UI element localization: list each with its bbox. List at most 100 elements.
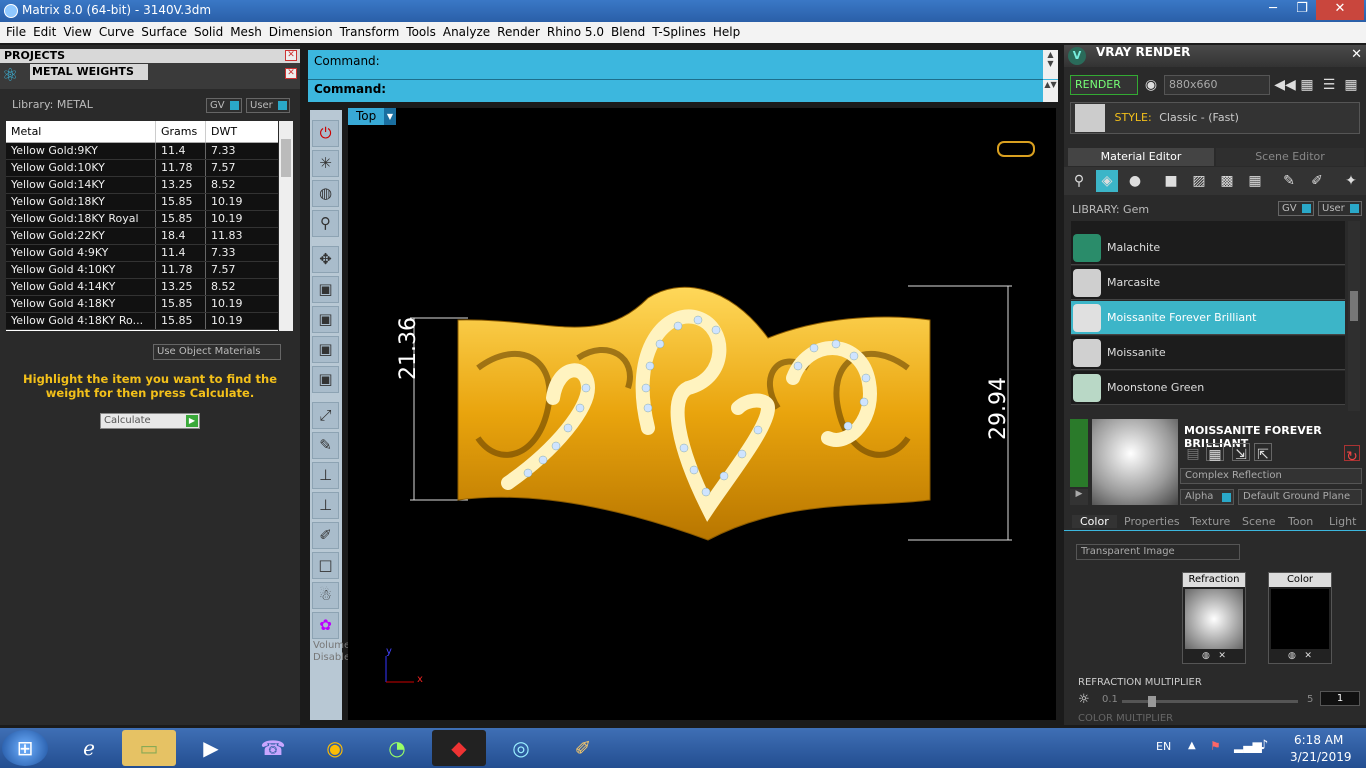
save-as-icon[interactable]: ▦ (1206, 443, 1224, 463)
axes-icon[interactable]: ✥ (312, 246, 339, 273)
globe-icon[interactable]: ◉ (1140, 74, 1162, 96)
minimize-button[interactable]: ─ (1259, 0, 1287, 20)
volume-icon[interactable]: ♪ (1260, 738, 1268, 753)
save-icon[interactable]: ▤ (1184, 443, 1202, 462)
box-right-icon[interactable]: ▣ (312, 336, 339, 363)
user-toggle[interactable]: User (246, 98, 290, 113)
tab-properties[interactable]: Properties (1124, 515, 1180, 528)
clock-time[interactable]: 6:18 AM (1294, 733, 1343, 747)
tab-texture[interactable]: Texture (1190, 515, 1230, 528)
color-controls[interactable]: ◍ ✕ (1269, 651, 1331, 661)
gem-icon[interactable]: ◈ (1096, 170, 1118, 192)
power-icon[interactable]: ⏻ (312, 120, 339, 147)
chrome-icon[interactable]: ◉ (308, 730, 362, 766)
flag-icon[interactable]: ⚑ (1210, 739, 1221, 753)
close-button[interactable]: ✕ (1316, 0, 1364, 20)
menu-curve[interactable]: Curve (93, 22, 134, 39)
expand-left-button[interactable] (1070, 419, 1088, 487)
ortho-r-icon[interactable]: ⊥ (312, 492, 339, 519)
zoom-extents-icon[interactable]: ⤢ (312, 402, 339, 429)
clock-date[interactable]: 3/21/2019 (1290, 750, 1352, 764)
command-scrollbar[interactable]: ▲ ▼ (1043, 50, 1058, 79)
pattern-icon[interactable]: ▦ (1244, 170, 1266, 192)
gem-scroll-thumb[interactable] (1350, 291, 1358, 321)
media-icon[interactable]: ▶ (184, 730, 238, 766)
gem-gv-toggle[interactable]: GV (1278, 201, 1314, 216)
list-icon[interactable]: ☰ (1318, 74, 1340, 96)
menu-solid[interactable]: Solid (188, 22, 223, 39)
close-metal-weights-button[interactable]: ✕ (285, 68, 297, 79)
menu-edit[interactable]: Edit (27, 22, 56, 39)
list-item-selected[interactable]: Moissanite Forever Brilliant (1071, 301, 1345, 335)
menu-tsplines[interactable]: T-Splines (646, 22, 706, 39)
export-icon[interactable]: ⇱ (1254, 443, 1272, 463)
grid-icon[interactable]: ▦ (1340, 74, 1362, 96)
figure-icon[interactable]: ☃ (312, 582, 339, 609)
list-item[interactable]: Moissanite (1071, 336, 1345, 370)
menu-mesh[interactable]: Mesh (224, 22, 262, 39)
refraction-controls[interactable]: ◍ ✕ (1183, 651, 1245, 661)
table-row[interactable]: Yellow Gold:9KY 11.4 7.33 (6, 143, 278, 160)
network-icon[interactable]: ▂▄▆ (1234, 739, 1262, 753)
menu-blend[interactable]: Blend (605, 22, 645, 39)
hide-icon[interactable]: □ (312, 552, 339, 579)
table-row[interactable]: Yellow Gold 4:18KY Ro... 15.85 10.19 (6, 313, 278, 330)
command-prompt[interactable]: Command: (314, 82, 386, 96)
menu-transform[interactable]: Transform (334, 22, 400, 39)
gem-scrollbar[interactable] (1348, 221, 1360, 411)
brush-icon[interactable]: ✎ (1278, 170, 1300, 192)
color-swatch[interactable]: Color ◍ ✕ (1268, 572, 1332, 664)
language-indicator[interactable]: EN (1156, 740, 1171, 753)
sphere-icon[interactable]: ● (1124, 170, 1146, 192)
paint-icon[interactable]: ✐ (312, 522, 339, 549)
menu-view[interactable]: View (57, 22, 91, 39)
menu-help[interactable]: Help (707, 22, 740, 39)
table-row[interactable]: Yellow Gold:22KY 18.4 11.83 (6, 228, 278, 245)
square-icon[interactable]: ■ (1160, 170, 1182, 192)
list-item[interactable]: Moonstone Green (1071, 371, 1345, 405)
ground-plane-select[interactable]: Default Ground Plane (1238, 489, 1362, 505)
tab-scene[interactable]: Scene (1242, 515, 1276, 528)
tab-light[interactable]: Light (1329, 515, 1356, 528)
ortho-off-icon[interactable]: ⊥ (312, 462, 339, 489)
use-object-materials-checkbox[interactable]: Use Object Materials (153, 344, 281, 360)
close-vray-button[interactable]: ✕ (1351, 47, 1362, 62)
matrix-icon[interactable]: ◎ (494, 730, 548, 766)
table-row[interactable]: Yellow Gold 4:14KY 13.25 8.52 (6, 279, 278, 296)
table-row[interactable]: Yellow Gold:18KY Royal 15.85 10.19 (6, 211, 278, 228)
refresh-icon[interactable]: ↻ (1344, 445, 1360, 465)
globe-icon[interactable]: ◍ (312, 180, 339, 207)
menu-rhino[interactable]: Rhino 5.0 (541, 22, 604, 39)
garena-icon[interactable]: ◆ (432, 730, 486, 766)
alpha-toggle[interactable]: Alpha (1180, 489, 1234, 505)
resolution-select[interactable]: 880x660 (1164, 75, 1270, 95)
eyedropper-icon[interactable]: ✎ (312, 432, 339, 459)
tab-material-editor[interactable]: Material Editor (1068, 148, 1214, 166)
refraction-swatch[interactable]: Refraction ◍ ✕ (1182, 572, 1246, 664)
hatch-icon[interactable]: ▨ (1188, 170, 1210, 192)
refraction-slider[interactable] (1122, 696, 1298, 707)
box-front-icon[interactable]: ▣ (312, 276, 339, 303)
slider-value-input[interactable]: 1 (1320, 691, 1360, 706)
node-icon[interactable]: ⚲ (312, 210, 339, 237)
viewport-top[interactable]: Top ▼ 21.36 29.94 y x (348, 108, 1056, 720)
viber-icon[interactable]: ☎ (246, 730, 300, 766)
bulb-icon[interactable]: ✦ (1340, 170, 1362, 192)
ie-icon[interactable]: ℯ (62, 730, 116, 766)
close-projects-button[interactable]: ✕ (285, 50, 297, 61)
command-input-scroll[interactable]: ▲▼ (1043, 80, 1058, 102)
import-icon[interactable]: ⇲ (1232, 443, 1250, 463)
table-row[interactable]: Yellow Gold 4:10KY 11.78 7.57 (6, 262, 278, 279)
layout-icon[interactable]: ▦ (1296, 74, 1318, 96)
table-row[interactable]: Yellow Gold:14KY 13.25 8.52 (6, 177, 278, 194)
menu-tools[interactable]: Tools (400, 22, 436, 39)
list-item[interactable]: Marcasite (1071, 266, 1345, 300)
app-green-icon[interactable]: ◔ (370, 730, 424, 766)
next-button[interactable]: ▶ (1070, 489, 1088, 505)
paint-icon[interactable]: ✐ (556, 730, 610, 766)
tab-scene-editor[interactable]: Scene Editor (1216, 148, 1364, 166)
table-row[interactable]: Yellow Gold 4:9KY 11.4 7.33 (6, 245, 278, 262)
gv-toggle[interactable]: GV (206, 98, 242, 113)
explorer-icon[interactable]: ▭ (122, 730, 176, 766)
menu-surface[interactable]: Surface (135, 22, 187, 39)
